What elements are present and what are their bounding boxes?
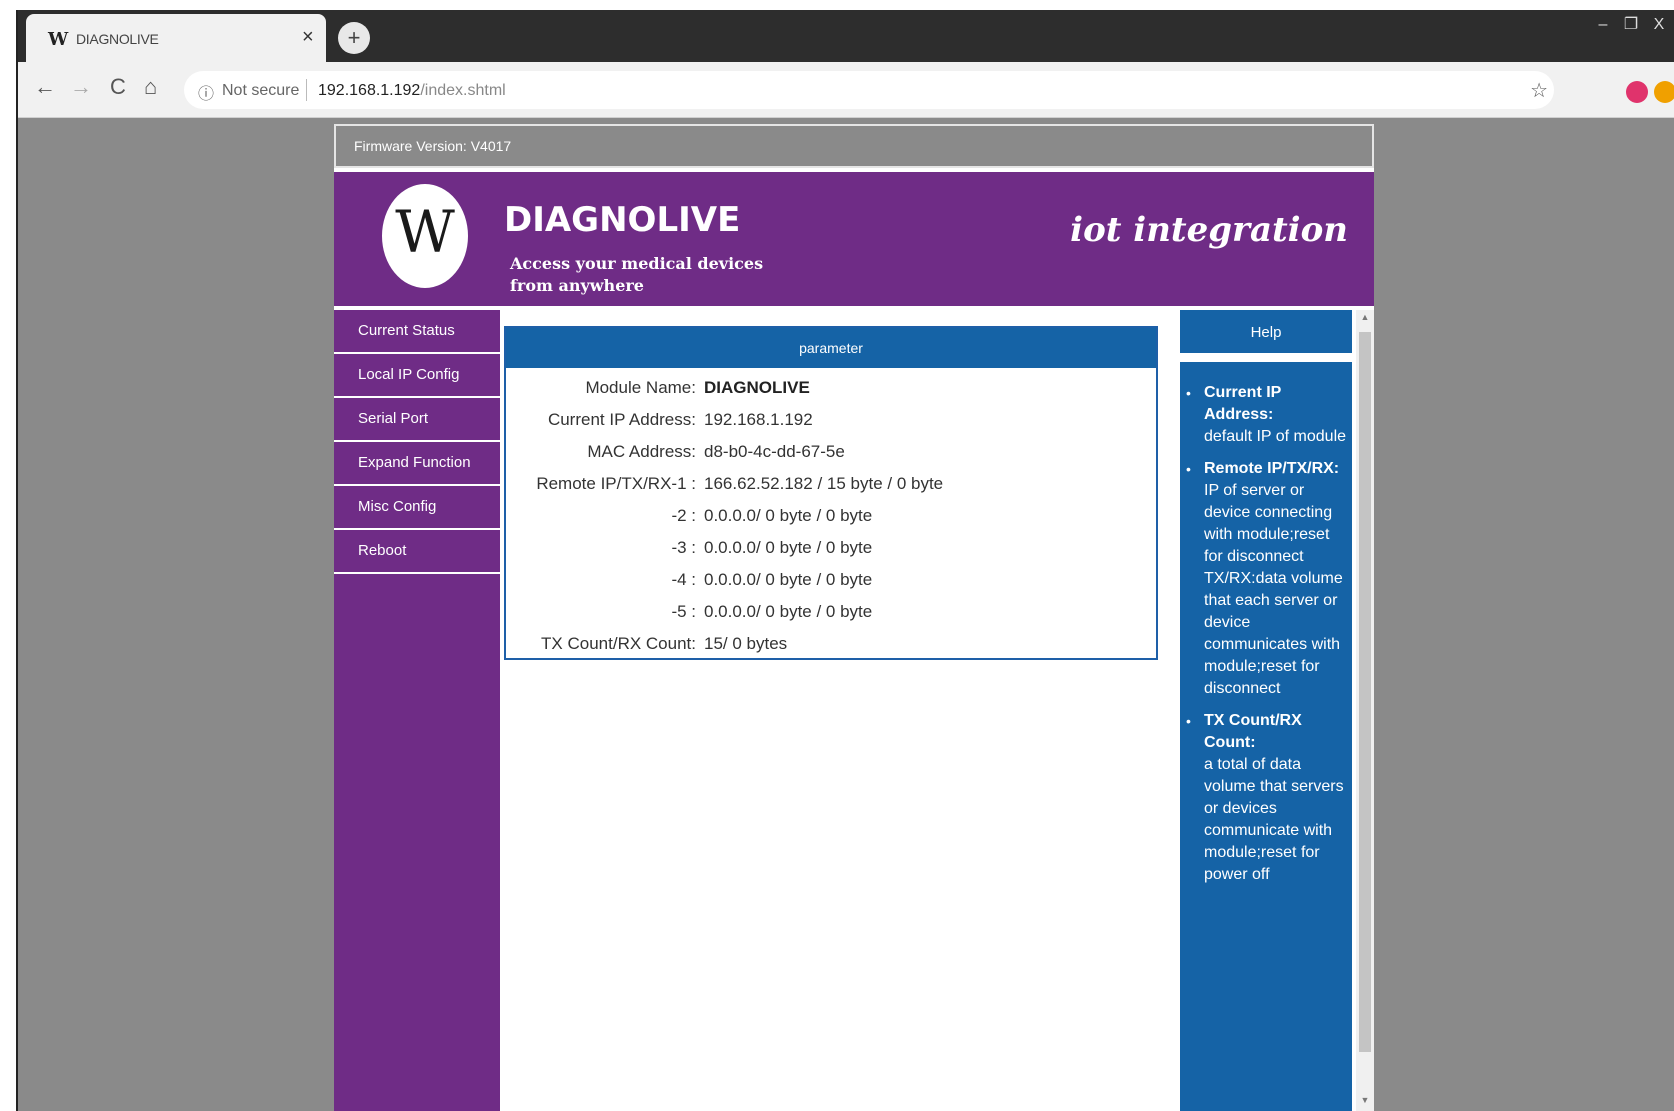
- close-window-button[interactable]: X: [1646, 12, 1672, 38]
- diagnolive-favicon-icon: W: [48, 29, 69, 50]
- tab-title: DIAGNOLIVE: [76, 31, 159, 47]
- row-value: 0.0.0.0/ 0 byte / 0 byte: [704, 570, 873, 589]
- table-row: Remote IP/TX/RX-1 : 166.62.52.182 / 15 b…: [506, 474, 1156, 506]
- row-label: -4 :: [671, 570, 696, 589]
- back-arrow-icon[interactable]: ←: [34, 74, 56, 100]
- sidebar-item-serial-port[interactable]: Serial Port: [334, 398, 500, 442]
- url-path: /index.shtml: [420, 82, 506, 99]
- help-desc: default IP of module: [1204, 428, 1347, 445]
- page-content: Firmware Version: V4017 W DIAGNOLIVE Acc…: [334, 124, 1374, 1111]
- home-icon[interactable]: ⌂: [144, 74, 157, 100]
- page-viewport: Firmware Version: V4017 W DIAGNOLIVE Acc…: [18, 118, 1674, 1111]
- extension-icon[interactable]: [1626, 81, 1648, 103]
- table-row: -3 : 0.0.0.0/ 0 byte / 0 byte: [506, 538, 1156, 570]
- browser-tab[interactable]: W DIAGNOLIVE ×: [26, 14, 326, 62]
- bullet-icon: •: [1186, 713, 1191, 729]
- tagline-line1: Access your medical devices: [510, 254, 764, 273]
- help-panel: • Current IP Address: default IP of modu…: [1180, 362, 1352, 1111]
- forward-arrow-icon[interactable]: →: [70, 74, 92, 100]
- tab-close-icon[interactable]: ×: [302, 26, 314, 49]
- screen: W DIAGNOLIVE × + – ❐ X ← → C ⌂ ⓘ Not sec…: [0, 0, 1674, 1111]
- row-label: TX Count/RX Count:: [541, 634, 696, 653]
- row-label: Current IP Address:: [547, 410, 696, 429]
- sidebar-item-reboot[interactable]: Reboot: [334, 530, 500, 574]
- parameter-panel: parameter Module Name: DIAGNOLIVE Curren…: [504, 326, 1158, 660]
- table-row: Module Name: DIAGNOLIVE: [506, 378, 1156, 410]
- help-term: TX Count/RX Count:: [1204, 712, 1302, 751]
- browser-window: W DIAGNOLIVE × + – ❐ X ← → C ⌂ ⓘ Not sec…: [16, 10, 1674, 1111]
- help-desc: a total of data volume that servers or d…: [1204, 756, 1344, 883]
- table-row: MAC Address: d8-b0-4c-dd-67-5e: [506, 442, 1156, 474]
- row-value: 192.168.1.192: [704, 410, 813, 429]
- brand-title: DIAGNOLIVE: [504, 200, 741, 240]
- address-bar[interactable]: ⓘ Not secure 192.168.1.192/index.shtml ☆: [184, 71, 1554, 109]
- table-row: -5 : 0.0.0.0/ 0 byte / 0 byte: [506, 602, 1156, 634]
- title-bar: W DIAGNOLIVE × + – ❐ X: [18, 10, 1674, 62]
- sidebar-item-expand-function[interactable]: Expand Function: [334, 442, 500, 486]
- row-value: 15/ 0 bytes: [704, 634, 788, 653]
- scroll-down-arrow-icon[interactable]: ▼: [1356, 1095, 1374, 1109]
- row-label: -3 :: [671, 538, 696, 557]
- row-label: Module Name:: [585, 378, 696, 397]
- new-tab-button[interactable]: +: [338, 22, 370, 54]
- address-divider: [306, 79, 307, 101]
- row-value: 166.62.52.182 / 15 byte / 0 byte: [704, 474, 944, 493]
- scroll-thumb[interactable]: [1359, 332, 1371, 1052]
- sidebar-item-misc-config[interactable]: Misc Config: [334, 486, 500, 530]
- tagline-line2: from anywhere: [510, 276, 644, 295]
- page-header: W DIAGNOLIVE Access your medical devices…: [334, 172, 1374, 306]
- minimize-button[interactable]: –: [1590, 12, 1616, 38]
- sidebar-item-current-status[interactable]: Current Status: [334, 310, 500, 354]
- bookmark-star-icon[interactable]: ☆: [1530, 78, 1548, 103]
- firmware-bar: Firmware Version: V4017: [334, 124, 1374, 168]
- scroll-up-arrow-icon[interactable]: ▲: [1356, 312, 1374, 326]
- help-item: • TX Count/RX Count: a total of data vol…: [1186, 710, 1348, 886]
- logo-letter: W: [395, 198, 455, 266]
- table-row: -2 : 0.0.0.0/ 0 byte / 0 byte: [506, 506, 1156, 538]
- maximize-button[interactable]: ❐: [1618, 12, 1644, 38]
- extension-icon[interactable]: [1654, 81, 1674, 103]
- diagnolive-logo: W: [382, 184, 468, 288]
- help-term: Current IP Address:: [1204, 384, 1282, 423]
- help-scrollbar[interactable]: ▲ ▼: [1356, 310, 1374, 1111]
- bullet-icon: •: [1186, 385, 1191, 401]
- firmware-version: Firmware Version: V4017: [354, 138, 512, 154]
- row-value: d8-b0-4c-dd-67-5e: [704, 442, 845, 461]
- row-label: Remote IP/TX/RX-1 :: [536, 474, 696, 493]
- security-label: Not secure: [222, 82, 300, 99]
- table-row: TX Count/RX Count: 15/ 0 bytes: [506, 634, 1156, 666]
- info-icon[interactable]: ⓘ: [198, 80, 214, 104]
- sidebar-item-local-ip-config[interactable]: Local IP Config: [334, 354, 500, 398]
- table-row: -4 : 0.0.0.0/ 0 byte / 0 byte: [506, 570, 1156, 602]
- slogan: iot integration: [1070, 210, 1348, 250]
- parameter-header: parameter: [506, 328, 1156, 368]
- help-header: Help: [1180, 310, 1352, 356]
- row-value: 0.0.0.0/ 0 byte / 0 byte: [704, 506, 873, 525]
- row-value: DIAGNOLIVE: [704, 378, 810, 397]
- url-text[interactable]: 192.168.1.192/index.shtml: [318, 82, 506, 100]
- help-item: • Remote IP/TX/RX: IP of server or devic…: [1186, 458, 1348, 700]
- row-value: 0.0.0.0/ 0 byte / 0 byte: [704, 538, 873, 557]
- row-value: 0.0.0.0/ 0 byte / 0 byte: [704, 602, 873, 621]
- sidebar-nav: Current Status Local IP Config Serial Po…: [334, 310, 500, 1111]
- bullet-icon: •: [1186, 461, 1191, 477]
- reload-icon[interactable]: C: [110, 74, 126, 100]
- browser-toolbar: ← → C ⌂ ⓘ Not secure 192.168.1.192/index…: [18, 62, 1674, 118]
- row-label: -2 :: [671, 506, 696, 525]
- row-label: MAC Address:: [587, 442, 696, 461]
- table-row: Current IP Address: 192.168.1.192: [506, 410, 1156, 442]
- url-host: 192.168.1.192: [318, 82, 421, 99]
- row-label: -5 :: [671, 602, 696, 621]
- help-term: Remote IP/TX/RX:: [1204, 460, 1340, 477]
- help-item: • Current IP Address: default IP of modu…: [1186, 382, 1348, 448]
- help-desc: IP of server or device connecting with m…: [1204, 482, 1343, 697]
